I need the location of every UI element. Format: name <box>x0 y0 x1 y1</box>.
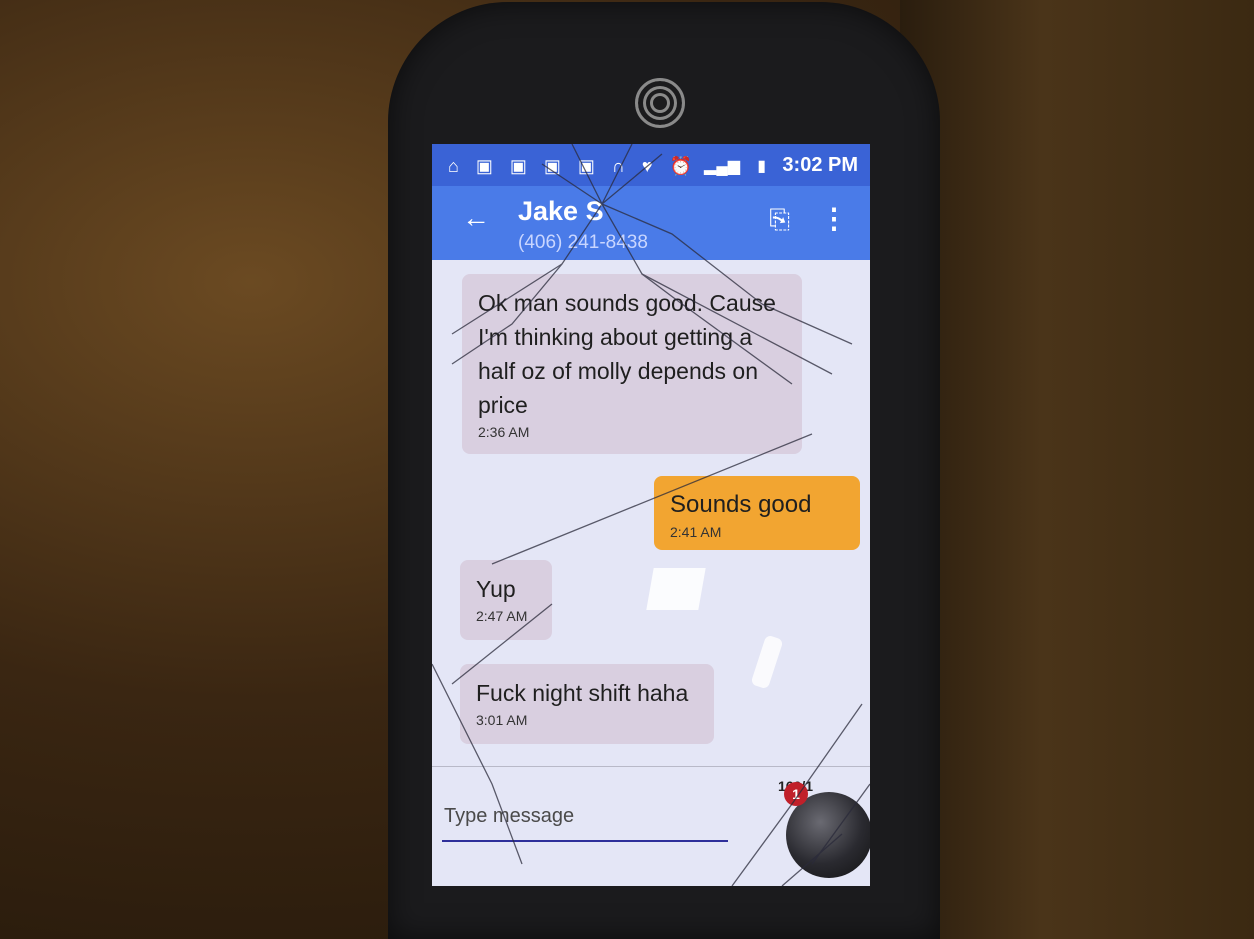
message-text: Fuck night shift haha <box>476 680 689 706</box>
message-time: 2:41 AM <box>670 524 722 540</box>
screen-glare <box>646 568 706 610</box>
composer-divider <box>432 766 870 767</box>
message-bubble-incoming[interactable]: Fuck night shift haha 3:01 AM <box>460 664 714 744</box>
message-text: Sounds good <box>670 491 812 518</box>
status-time: 3:02 PM <box>782 154 858 176</box>
message-time: 2:47 AM <box>476 608 528 624</box>
more-vertical-icon[interactable]: ⋮ <box>820 202 848 235</box>
phone-screen: ⌂ ▣ ▣ ▣ ▣ ∩ ♥ ⏰ ▂▄▆ ▮ 3:02 PM ← Jake S (… <box>432 144 870 886</box>
carrier-logo <box>635 78 685 128</box>
contact-name: Jake S <box>518 196 604 226</box>
phone-device: ⌂ ▣ ▣ ▣ ▣ ∩ ♥ ⏰ ▂▄▆ ▮ 3:02 PM ← Jake S (… <box>388 2 940 939</box>
message-bubble-incoming[interactable]: Ok man sounds good. Cause I'm thinking a… <box>462 274 802 454</box>
app-bar: ← Jake S (406) 241-8438 ⎘ ⋮ <box>432 186 870 260</box>
screen-glare <box>750 634 784 690</box>
arrow-left-icon[interactable]: ← <box>462 202 490 234</box>
message-time: 3:01 AM <box>476 712 528 728</box>
message-time: 2:36 AM <box>478 424 530 440</box>
notification-badge: 1 <box>784 782 808 806</box>
message-bubble-outgoing[interactable]: Sounds good 2:41 AM <box>654 476 860 550</box>
paperclip-icon[interactable]: ⎘ <box>769 204 790 236</box>
message-text: Yup <box>476 576 516 602</box>
background-wall <box>900 0 1254 939</box>
message-input[interactable] <box>442 792 728 842</box>
message-bubble-incoming[interactable]: Yup 2:47 AM <box>460 560 552 640</box>
notification-icons: ⌂ ▣ ▣ ▣ ▣ ∩ ♥ ⏰ <box>448 156 698 176</box>
message-text: Ok man sounds good. Cause I'm thinking a… <box>478 290 776 418</box>
contact-number: (406) 241-8438 <box>518 232 648 253</box>
battery-icon: ▮ <box>757 158 766 175</box>
signal-icon: ▂▄▆ <box>704 158 740 175</box>
status-bar: ⌂ ▣ ▣ ▣ ▣ ∩ ♥ ⏰ ▂▄▆ ▮ 3:02 PM <box>432 144 870 186</box>
